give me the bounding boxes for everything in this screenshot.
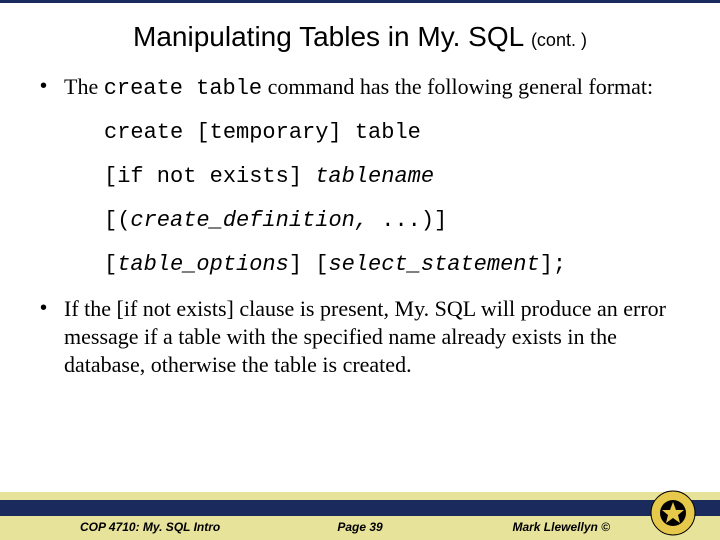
title-cont: (cont. )	[531, 30, 587, 50]
code-3b: create_definition,	[130, 208, 368, 233]
code-3a: [(	[104, 208, 130, 233]
slide-body: • The create table command has the follo…	[0, 63, 720, 379]
code-line-3: [(create_definition, ...)]	[104, 207, 670, 235]
bullet-2: • If the [if not exists] clause is prese…	[40, 295, 670, 379]
footer-page: Page 39	[0, 520, 720, 534]
code-4f: ];	[540, 252, 566, 277]
code-1a: create [temporary] table	[104, 120, 421, 145]
code-line-2: [if not exists] tablename	[104, 163, 670, 191]
code-4b: table_options	[117, 252, 289, 277]
bullet-1-pre: The	[64, 74, 104, 99]
code-4c: ]	[289, 252, 302, 277]
title-main: Manipulating Tables in My. SQL	[133, 21, 531, 52]
code-line-4: [table_options] [select_statement];	[104, 251, 670, 279]
code-4d: [	[302, 252, 328, 277]
slide-title: Manipulating Tables in My. SQL (cont. )	[0, 3, 720, 63]
code-4e: select_statement	[328, 252, 539, 277]
code-4a: [	[104, 252, 117, 277]
code-2a: [if not exists]	[104, 164, 315, 189]
ucf-logo-icon	[650, 490, 696, 536]
slide: Manipulating Tables in My. SQL (cont. ) …	[0, 0, 720, 540]
bullet-dot-icon: •	[40, 295, 64, 321]
bullet-1-text: The create table command has the followi…	[64, 73, 670, 103]
footer-author: Mark Llewellyn ©	[512, 520, 610, 534]
slide-footer: COP 4710: My. SQL Intro Page 39 Mark Lle…	[0, 492, 720, 540]
bullet-1-code: create table	[104, 76, 262, 101]
code-2b: tablename	[315, 164, 434, 189]
bullet-dot-icon: •	[40, 73, 64, 99]
bullet-2-text: If the [if not exists] clause is present…	[64, 295, 670, 379]
code-3c: ...)]	[368, 208, 447, 233]
code-line-1: create [temporary] table	[104, 119, 670, 147]
bullet-1-post: command has the following general format…	[262, 74, 653, 99]
bullet-1: • The create table command has the follo…	[40, 73, 670, 103]
